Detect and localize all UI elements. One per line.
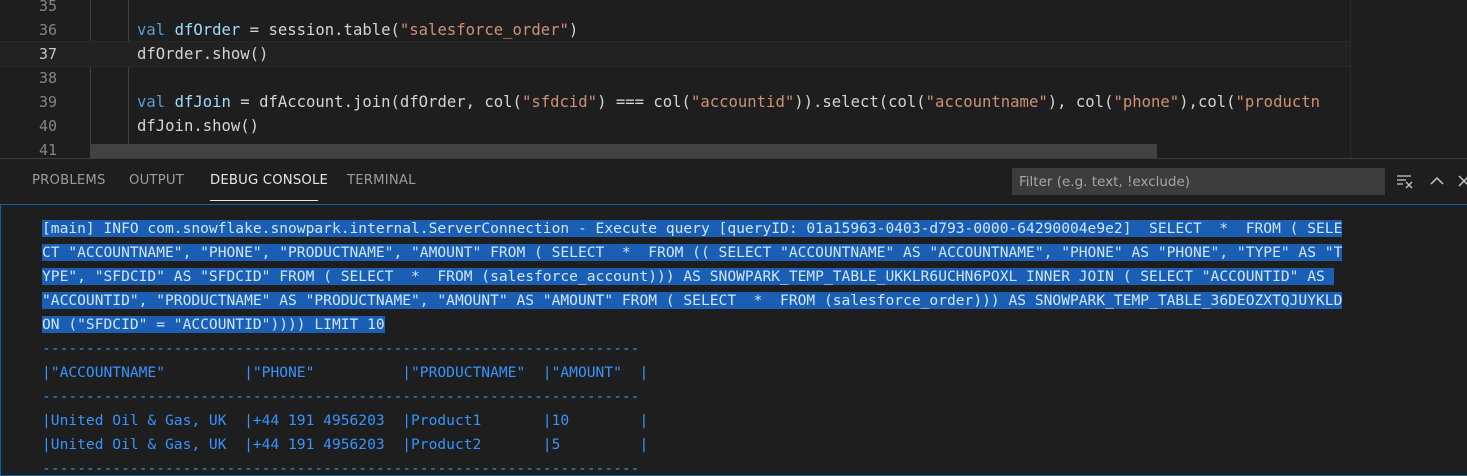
filter-input[interactable] xyxy=(1013,169,1384,194)
selected-log-text[interactable]: CT "ACCOUNTNAME", "PHONE", "PRODUCTNAME"… xyxy=(42,244,1343,261)
console-log-line: [main] INFO com.snowflake.snowpark.inter… xyxy=(42,217,1343,241)
code-token: ) === col( xyxy=(597,93,691,111)
table-row: |United Oil & Gas, UK |+44 191 4956203 |… xyxy=(42,436,649,453)
console-log-line: ON ("SFDCID" = "ACCOUNTID")))) LIMIT 10 xyxy=(42,313,385,337)
line-number: 36 xyxy=(38,21,57,39)
line-number: 35 xyxy=(38,0,57,15)
bottom-panel: PROBLEMS OUTPUT DEBUG CONSOLE TERMINAL F… xyxy=(0,158,1467,476)
code-token: dfJoin.show() xyxy=(137,117,260,135)
line-number: 37 xyxy=(38,45,57,63)
clear-console-icon[interactable] xyxy=(1394,170,1416,192)
code-token: dfOrder.show() xyxy=(137,45,269,63)
code-token: val xyxy=(137,21,175,39)
code-line[interactable]: 36 val dfOrder = session.table("salesforc… xyxy=(0,18,1350,42)
selected-log-text[interactable]: YPE", "SFDCID" AS "SFDCID" FROM ( SELECT… xyxy=(42,268,1334,285)
console-log-line: CT "ACCOUNTNAME", "PHONE", "PRODUCTNAME"… xyxy=(42,241,1343,265)
panel-tabs: PROBLEMS OUTPUT DEBUG CONSOLE TERMINAL xyxy=(0,159,1000,203)
tab-debug-console[interactable]: DEBUG CONSOLE xyxy=(210,173,328,188)
code-token: ),col( xyxy=(1179,93,1236,111)
console-log-line: YPE", "SFDCID" AS "SFDCID" FROM ( SELECT… xyxy=(42,265,1334,289)
editor-horizontal-scrollbar[interactable] xyxy=(90,144,1157,158)
table-divider: ----------------------------------------… xyxy=(42,388,640,405)
line-number: 38 xyxy=(38,69,57,87)
table-header-row: |"ACCOUNTNAME" |"PHONE" |"PRODUCTNAME" |… xyxy=(42,364,649,381)
code-text[interactable]: dfOrder.show() xyxy=(137,42,268,66)
tab-output[interactable]: OUTPUT xyxy=(129,173,184,188)
code-token: "accountid" xyxy=(690,93,795,111)
code-token: dfOrder xyxy=(174,21,241,39)
line-number: 39 xyxy=(38,93,57,111)
selected-log-text[interactable]: "ACCOUNTID", "PRODUCTNAME" AS "PRODUCTNA… xyxy=(42,292,1343,309)
tab-problems[interactable]: PROBLEMS xyxy=(32,173,106,188)
line-number: 40 xyxy=(38,117,57,135)
code-token: ), col( xyxy=(1047,93,1114,111)
code-text[interactable]: val dfJoin = dfAccount.join(dfOrder, col… xyxy=(137,90,1320,114)
code-token: ) xyxy=(568,21,579,39)
code-token: "accountname" xyxy=(925,93,1048,111)
code-line[interactable]: 39 val dfJoin = dfAccount.join(dfOrder, c… xyxy=(0,90,1350,114)
console-log-line: "ACCOUNTID", "PRODUCTNAME" AS "PRODUCTNA… xyxy=(42,289,1343,313)
code-token: val xyxy=(137,93,175,111)
console-filter xyxy=(1012,168,1385,195)
code-line[interactable]: 35 xyxy=(0,0,1350,18)
code-line[interactable]: 37 dfOrder.show() xyxy=(0,41,1351,67)
code-token: dfJoin xyxy=(174,93,231,111)
code-line[interactable]: 38 xyxy=(0,66,1350,90)
table-divider: ----------------------------------------… xyxy=(42,340,640,357)
code-editor[interactable]: 35 36 val dfOrder = session.table("salesfo… xyxy=(0,0,1467,158)
editor-minimap-separator xyxy=(1350,0,1351,158)
code-line[interactable]: 40 dfJoin.show() xyxy=(0,114,1350,138)
code-token: "productn xyxy=(1235,93,1321,111)
line-number: 41 xyxy=(38,141,57,158)
code-text[interactable]: dfJoin.show() xyxy=(137,114,259,138)
debug-console-output[interactable]: [main] INFO com.snowflake.snowpark.inter… xyxy=(0,204,1467,476)
table-divider: ----------------------------------------… xyxy=(42,460,640,476)
tab-terminal[interactable]: TERMINAL xyxy=(347,173,416,188)
chevron-up-icon[interactable] xyxy=(1426,170,1448,192)
table-row: |United Oil & Gas, UK |+44 191 4956203 |… xyxy=(42,412,649,429)
selected-log-text[interactable]: [main] INFO com.snowflake.snowpark.inter… xyxy=(42,220,1343,237)
close-icon[interactable] xyxy=(1454,170,1467,192)
code-token: = session.table( xyxy=(240,21,400,39)
code-token: "sfdcid" xyxy=(521,93,598,111)
code-token: "phone" xyxy=(1113,93,1180,111)
code-token: = dfAccount.join(dfOrder, col( xyxy=(230,93,522,111)
code-token: "salesforce_order" xyxy=(399,21,569,39)
selected-log-text[interactable]: ON ("SFDCID" = "ACCOUNTID")))) LIMIT 10 xyxy=(42,316,385,333)
code-text[interactable]: val dfOrder = session.table("salesforce_… xyxy=(137,18,578,42)
active-tab-indicator xyxy=(210,200,318,201)
code-token: )).select(col( xyxy=(794,93,926,111)
